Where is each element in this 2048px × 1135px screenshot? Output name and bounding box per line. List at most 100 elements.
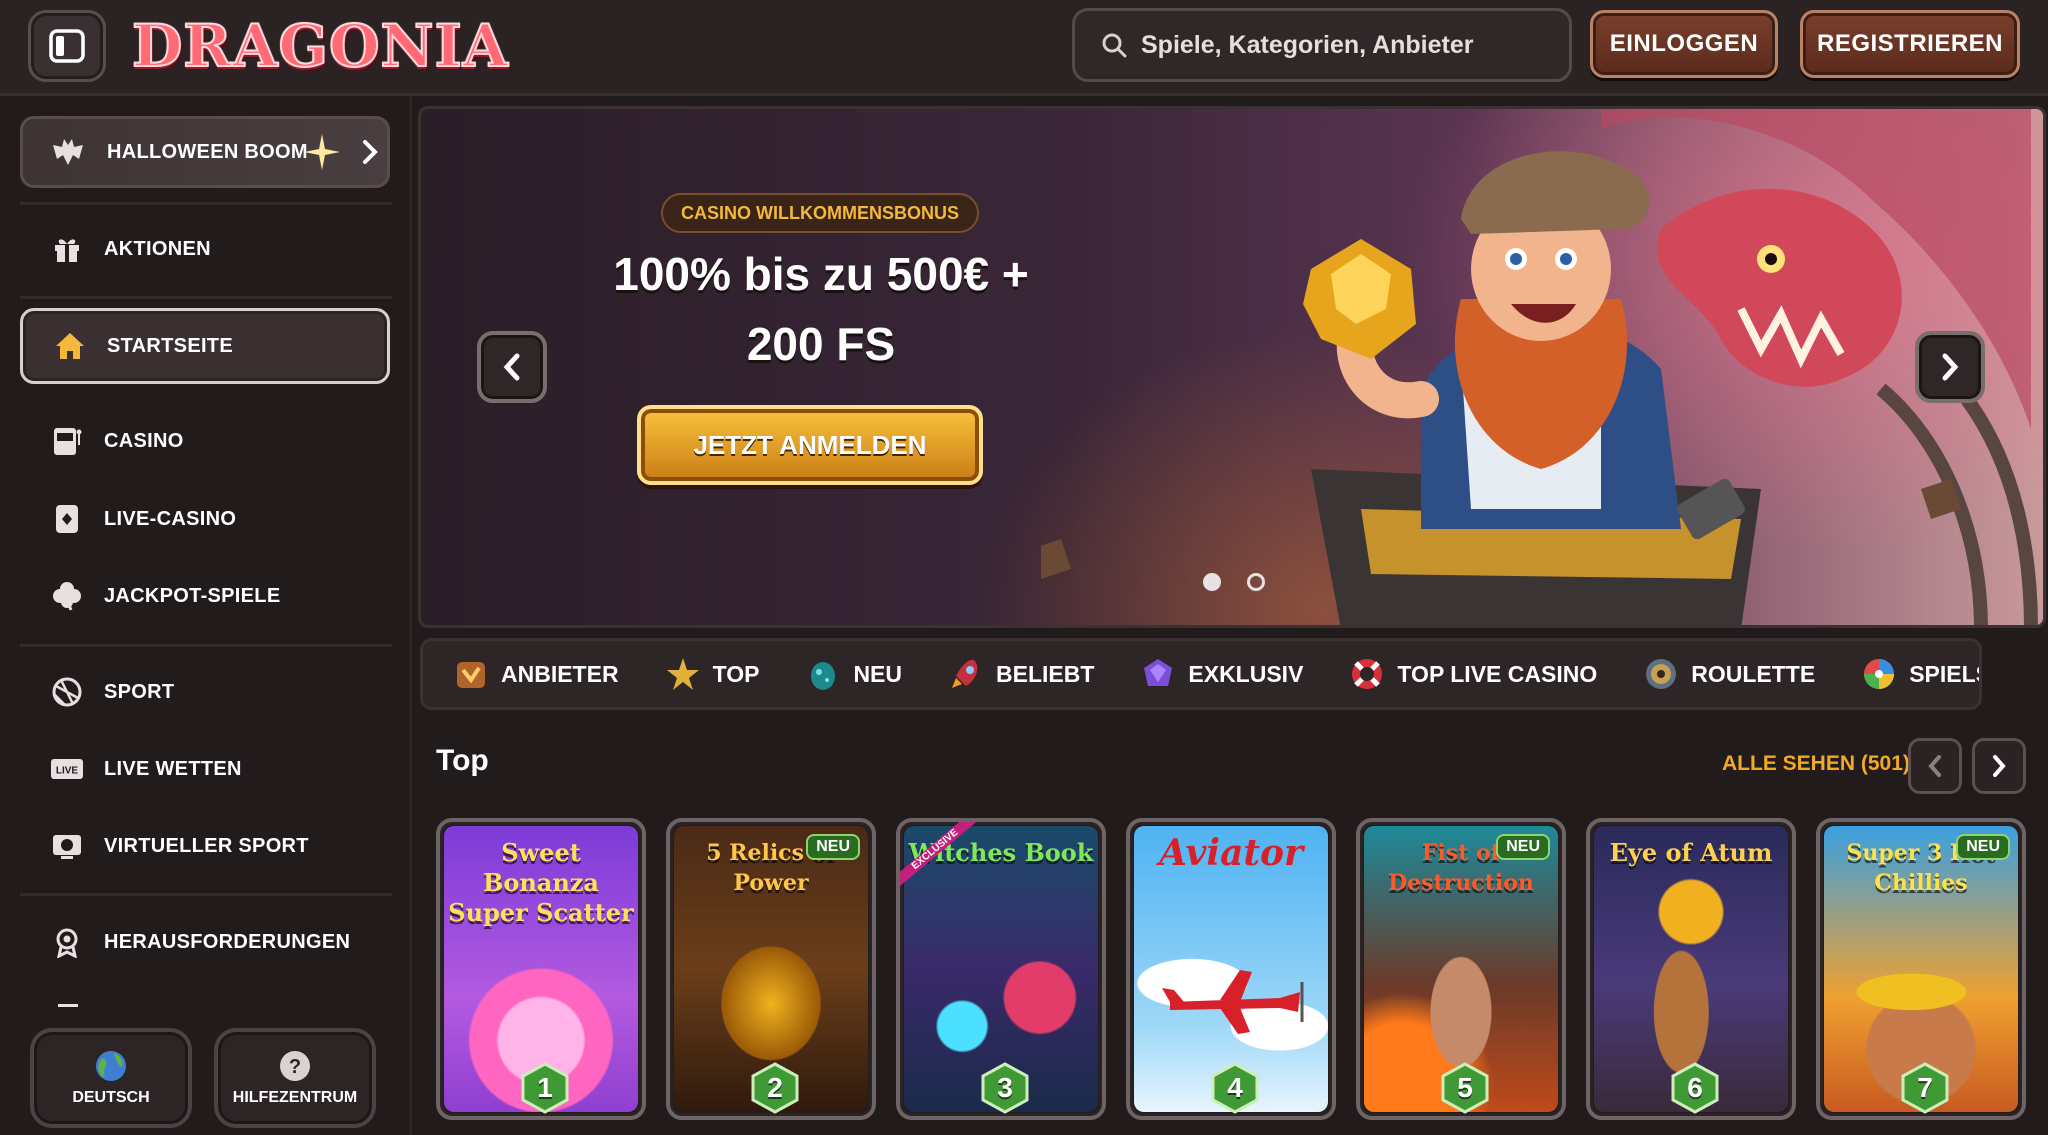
search-placeholder: Spiele, Kategorien, Anbieter <box>1141 30 1474 59</box>
hero-illustration <box>1041 109 2038 625</box>
category-neu[interactable]: NEU <box>805 656 902 692</box>
gift-icon <box>50 232 84 266</box>
sidebar-item-label: LIVE WETTEN <box>104 757 242 780</box>
category-top[interactable]: TOP <box>665 656 760 692</box>
category-spielshows[interactable]: SPIELSHOWS <box>1861 656 1979 692</box>
lifebuoy-icon <box>1352 659 1383 689</box>
search-input[interactable]: Spiele, Kategorien, Anbieter <box>1072 8 1572 82</box>
signup-cta-button[interactable]: JETZT ANMELDEN <box>637 405 983 485</box>
virtual-sport-icon <box>50 829 84 863</box>
rank-number: 5 <box>1457 1072 1473 1103</box>
sidebar-item-aktionen[interactable]: AKTIONEN <box>20 218 390 280</box>
games-next-button[interactable] <box>1972 738 2026 794</box>
rank-badge: 2 <box>751 1062 799 1114</box>
bat-icon <box>53 139 83 165</box>
help-center-button[interactable]: ? HILFEZENTRUM <box>214 1028 376 1128</box>
sidebar-item-herausforderungen[interactable]: HERAUSFORDERUNGEN <box>20 911 390 973</box>
sidebar-item-sport[interactable]: SPORT <box>20 661 390 723</box>
star-icon <box>666 658 699 690</box>
section-title: Top <box>436 744 489 777</box>
sidebar-toggle-button[interactable] <box>28 10 106 82</box>
slide-dot[interactable] <box>1247 573 1265 591</box>
game-card[interactable]: Eye of Atum 6 <box>1586 818 1796 1120</box>
chevron-left-icon <box>1928 755 1941 777</box>
hero-prev-button[interactable] <box>477 331 547 403</box>
category-label: TOP <box>712 660 760 687</box>
sidebar-divider <box>20 644 392 647</box>
rank-badge: 7 <box>1901 1062 1949 1114</box>
game-card[interactable]: Sweet Bonanza Super Scatter 1 <box>436 818 646 1120</box>
sidebar-item-virtueller-sport[interactable]: VIRTUELLER SPORT <box>20 815 390 877</box>
category-label: ANBIETER <box>501 660 619 687</box>
sidebar-item-label: VIRTUELLER SPORT <box>104 834 309 857</box>
halloween-boom-promo[interactable]: HALLOWEEN BOOM <box>20 116 390 188</box>
language-label: DEUTSCH <box>72 1089 150 1106</box>
category-roulette[interactable]: ROULETTE <box>1643 656 1815 692</box>
plane-icon <box>1162 970 1304 1034</box>
category-anbieter[interactable]: ANBIETER <box>453 656 619 692</box>
rank-badge: 6 <box>1671 1062 1719 1114</box>
provider-icon <box>457 662 485 688</box>
sidebar-item-casino[interactable]: CASINO <box>20 410 390 472</box>
rank-number: 1 <box>537 1072 553 1103</box>
see-all-link[interactable]: ALLE SEHEN (501) <box>1722 752 1910 776</box>
login-button[interactable]: EINLOGGEN <box>1590 10 1778 78</box>
sidebar-item-label: CASINO <box>104 429 184 452</box>
chevron-right-icon <box>1993 755 2006 777</box>
clover-icon <box>50 579 84 613</box>
category-beliebt[interactable]: BELIEBT <box>948 656 1094 692</box>
sidebar-item-label: JACKPOT-SPIELE <box>104 584 281 607</box>
slot-machine-icon <box>50 424 84 458</box>
egg-icon <box>811 662 836 690</box>
rank-badge: 1 <box>521 1062 569 1114</box>
rank-number: 4 <box>1227 1072 1243 1103</box>
sidebar-item-label: AKTIONEN <box>104 237 211 260</box>
svg-text:?: ? <box>289 1056 301 1078</box>
rank-badge: 5 <box>1441 1062 1489 1114</box>
rank-number: 2 <box>767 1072 783 1103</box>
game-card[interactable]: Witches Book EXCLUSIVE 3 <box>896 818 1106 1120</box>
sidebar-item-live-casino[interactable]: LIVE-CASINO <box>20 488 390 550</box>
sidebar-divider <box>20 296 392 299</box>
globe-icon <box>96 1051 126 1081</box>
promo-label: HALLOWEEN BOOM <box>107 140 308 163</box>
chevron-left-icon <box>503 353 520 381</box>
rank-number: 3 <box>997 1072 1013 1103</box>
hero-next-button[interactable] <box>1915 331 1985 403</box>
sidebar: HALLOWEEN BOOM AKTIONEN STARTSEITE CASIN… <box>0 96 412 1135</box>
games-prev-button[interactable] <box>1908 738 1962 794</box>
game-title: Sweet Bonanza Super Scatter <box>448 838 634 927</box>
hero-title-line1: 100% bis zu 500€ + <box>613 248 1029 300</box>
game-card[interactable]: Fist of Destruction NEU 5 <box>1356 818 1566 1120</box>
slide-dot-active[interactable] <box>1203 573 1221 591</box>
wheel-icon <box>1864 659 1895 689</box>
category-label: TOP LIVE CASINO <box>1397 660 1598 687</box>
ball-icon <box>50 675 84 709</box>
home-icon <box>53 329 87 363</box>
sidebar-divider <box>20 893 392 896</box>
dragonia-logo[interactable]: DRAGONIA <box>131 4 509 88</box>
category-label: NEU <box>853 660 902 687</box>
category-top-live-casino[interactable]: TOP LIVE CASINO <box>1349 656 1597 692</box>
sidebar-item-jackpot-spiele[interactable]: JACKPOT-SPIELE <box>20 565 390 627</box>
sidebar-item-label: SPORT <box>104 680 175 703</box>
category-exklusiv[interactable]: EXKLUSIV <box>1140 656 1303 692</box>
game-card[interactable]: Aviator 4 <box>1126 818 1336 1120</box>
collapsed-item-indicator <box>58 1004 78 1007</box>
register-button[interactable]: REGISTRIEREN <box>1800 10 2020 78</box>
sidebar-item-live-wetten[interactable]: LIVE LIVE WETTEN <box>20 738 390 800</box>
game-card[interactable]: 5 Relics of Power NEU 2 <box>666 818 876 1120</box>
roulette-icon <box>1646 659 1677 689</box>
help-icon: ? <box>280 1051 310 1081</box>
sidebar-item-startseite[interactable]: STARTSEITE <box>20 308 390 384</box>
rank-badge: 3 <box>981 1062 1029 1114</box>
game-card[interactable]: Super 3 Hot Chillies NEU 7 <box>1816 818 2026 1120</box>
chevron-right-icon <box>1942 353 1959 381</box>
hero-banner[interactable]: CASINO WILLKOMMENSBONUS 100% bis zu 500€… <box>418 106 2046 628</box>
rank-number: 6 <box>1687 1072 1703 1103</box>
new-badge: NEU <box>1956 834 2010 860</box>
category-label: BELIEBT <box>996 660 1095 687</box>
top-header: DRAGONIA Spiele, Kategorien, Anbieter EI… <box>0 0 2048 96</box>
language-button[interactable]: DEUTSCH <box>30 1028 192 1128</box>
category-label: EXKLUSIV <box>1188 660 1304 687</box>
